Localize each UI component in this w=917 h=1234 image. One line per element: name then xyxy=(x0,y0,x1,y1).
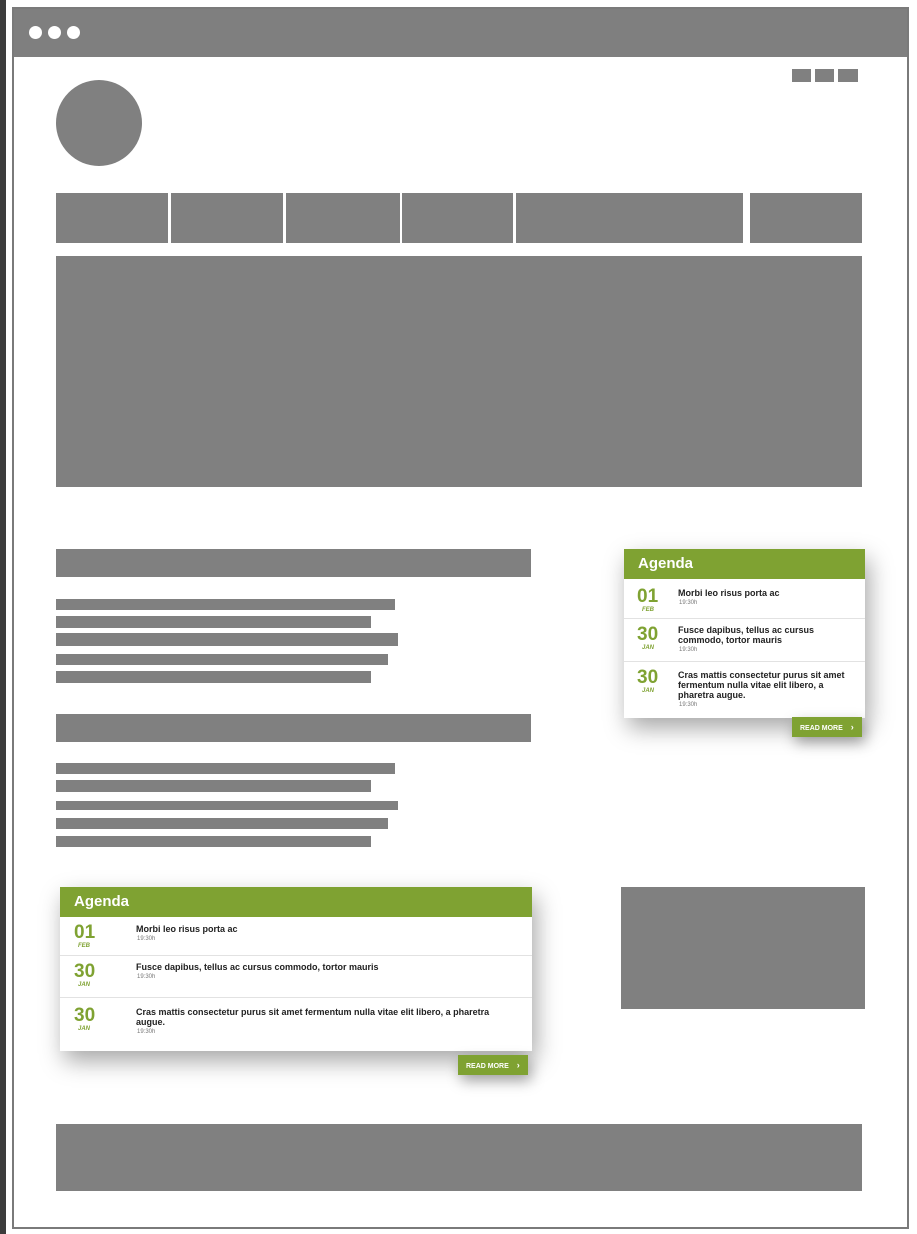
text-line-placeholder xyxy=(56,763,395,774)
text-line-placeholder xyxy=(56,633,398,646)
event-month: FEB xyxy=(642,607,654,613)
event-month: JAN xyxy=(642,645,655,651)
text-line-placeholder xyxy=(56,654,388,665)
event-title[interactable]: Cras mattis consectetur purus sit amet f… xyxy=(136,1007,506,1027)
agenda-item[interactable]: 30 JAN Fusce dapibus, tellus ac cursus c… xyxy=(60,956,532,998)
window-control-dot[interactable] xyxy=(48,26,61,39)
chevron-right-icon: › xyxy=(850,722,854,732)
read-more-label: READ MORE xyxy=(466,1063,509,1070)
nav-item[interactable] xyxy=(516,193,743,243)
text-line-placeholder xyxy=(56,801,398,810)
agenda-item[interactable]: 30 JAN Fusce dapibus, tellus ac cursus c… xyxy=(624,619,865,662)
hero-image-placeholder xyxy=(56,256,862,487)
event-title[interactable]: Fusce dapibus, tellus ac cursus commodo,… xyxy=(678,625,854,645)
agenda-widget-main: Agenda 01 FEB Morbi leo risus porta ac 1… xyxy=(60,887,532,1051)
agenda-item[interactable]: 01 FEB Morbi leo risus porta ac 19:30h xyxy=(624,579,865,619)
window-control-dot[interactable] xyxy=(29,26,42,39)
agenda-item[interactable]: 30 JAN Cras mattis consectetur purus sit… xyxy=(624,662,865,717)
nav-item[interactable] xyxy=(402,193,513,243)
article-heading-placeholder xyxy=(56,714,531,742)
read-more-button[interactable]: READ MORE › xyxy=(792,717,862,737)
event-month: JAN xyxy=(642,688,655,694)
header-utility-link[interactable] xyxy=(838,69,858,82)
nav-item[interactable] xyxy=(56,193,168,243)
read-more-label: READ MORE xyxy=(800,725,843,732)
event-time: 19:30h xyxy=(679,647,698,653)
text-line-placeholder xyxy=(56,836,371,847)
event-month: FEB xyxy=(78,943,90,949)
event-day: 30 xyxy=(637,667,659,688)
event-time: 19:30h xyxy=(679,702,698,708)
event-day: 01 xyxy=(637,586,659,607)
text-line-placeholder xyxy=(56,599,395,610)
nav-item[interactable] xyxy=(171,193,283,243)
text-line-placeholder xyxy=(56,616,371,628)
event-day: 30 xyxy=(74,1005,96,1026)
event-title[interactable]: Cras mattis consectetur purus sit amet f… xyxy=(678,670,854,700)
agenda-title: Agenda xyxy=(60,887,532,917)
text-line-placeholder xyxy=(56,818,388,829)
event-time: 19:30h xyxy=(137,1029,156,1035)
agenda-title: Agenda xyxy=(624,549,865,579)
browser-window: Agenda 01 FEB Morbi leo risus porta ac 1… xyxy=(12,7,909,1229)
agenda-item[interactable]: 30 JAN Cras mattis consectetur purus sit… xyxy=(60,998,532,1052)
event-time: 19:30h xyxy=(679,600,698,606)
event-title[interactable]: Morbi leo risus porta ac xyxy=(136,924,516,934)
nav-item[interactable] xyxy=(286,193,400,243)
agenda-item[interactable]: 01 FEB Morbi leo risus porta ac 19:30h xyxy=(60,917,532,956)
nav-item[interactable] xyxy=(750,193,862,243)
event-day: 01 xyxy=(74,922,96,943)
header-utility-link[interactable] xyxy=(792,69,811,82)
event-month: JAN xyxy=(78,982,91,988)
event-time: 19:30h xyxy=(137,936,156,942)
text-line-placeholder xyxy=(56,780,371,792)
event-title[interactable]: Fusce dapibus, tellus ac cursus commodo,… xyxy=(136,962,516,972)
event-time: 19:30h xyxy=(137,974,156,980)
footer-placeholder xyxy=(56,1124,862,1191)
header-utility-link[interactable] xyxy=(815,69,834,82)
text-line-placeholder xyxy=(56,671,371,683)
event-month: JAN xyxy=(78,1026,91,1032)
event-day: 30 xyxy=(637,624,659,645)
window-control-dot[interactable] xyxy=(67,26,80,39)
chevron-right-icon: › xyxy=(516,1060,520,1070)
browser-titlebar xyxy=(14,9,907,57)
article-heading-placeholder xyxy=(56,549,531,577)
logo-placeholder[interactable] xyxy=(56,80,142,166)
agenda-widget-sidebar: Agenda 01 FEB Morbi leo risus porta ac 1… xyxy=(624,549,865,718)
read-more-button[interactable]: READ MORE › xyxy=(458,1055,528,1075)
event-title[interactable]: Morbi leo risus porta ac xyxy=(678,588,858,598)
event-day: 30 xyxy=(74,961,96,982)
sidebar-banner-placeholder xyxy=(621,887,865,1009)
